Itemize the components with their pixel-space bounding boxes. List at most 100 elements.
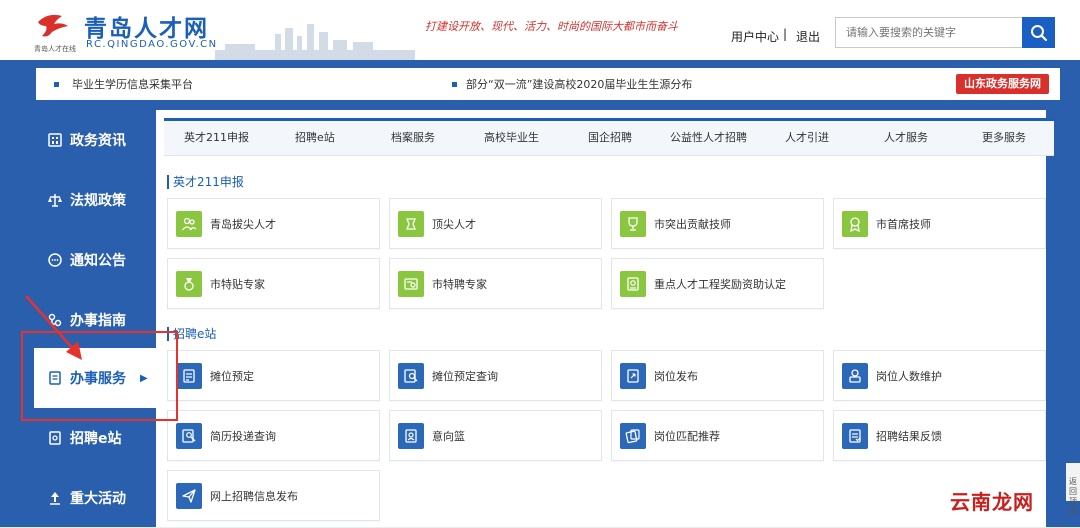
flag-icon — [46, 489, 64, 507]
card-intention-basket[interactable]: 意向篮 — [389, 410, 602, 461]
watermark-text: 云南龙网 — [950, 490, 1034, 514]
card-label: 招聘结果反馈 — [876, 429, 942, 443]
content-panel: 英才211申报 招聘e站 档案服务 高校毕业生 国企招聘 公益性人才招聘 人才引… — [156, 110, 1054, 527]
site-url: RC.QINGDAO.GOV.CN — [86, 39, 218, 50]
match-icon — [620, 422, 646, 449]
sidebar-item-label: 重大活动 — [70, 491, 126, 507]
logo-icon — [38, 14, 68, 37]
card-label: 重点人才工程奖励资助认定 — [654, 277, 786, 291]
card-label: 市特贴专家 — [210, 277, 265, 291]
card-label: 市首席技师 — [876, 217, 931, 231]
recruit-icon — [46, 429, 64, 447]
card-booth-booking[interactable]: 摊位预定 — [167, 350, 380, 401]
badge-icon — [620, 270, 646, 297]
skyline-graphic — [215, 24, 415, 60]
card-label: 网上招聘信息发布 — [210, 489, 298, 503]
tab-graduates[interactable]: 高校毕业生 — [484, 129, 539, 145]
sidebar-item-label: 政务资讯 — [70, 133, 126, 149]
card-online-recruit-publish[interactable]: 网上招聘信息发布 — [167, 470, 380, 521]
form-icon — [176, 362, 202, 389]
card-label: 青岛拔尖人才 — [210, 217, 276, 231]
scales-icon — [46, 191, 64, 209]
feedback-icon — [842, 422, 868, 449]
card-label: 岗位人数维护 — [876, 369, 942, 383]
header-separator: | — [783, 27, 788, 41]
section-title-talent-211: 英才211申报 — [167, 175, 244, 189]
card-label: 市突出贡献技师 — [654, 217, 731, 231]
card-label: 意向篮 — [432, 429, 465, 443]
tab-public-recruit[interactable]: 公益性人才招聘 — [670, 129, 747, 145]
card-special-allowance-expert[interactable]: 市特贴专家 — [167, 258, 380, 309]
card-outstanding-technician[interactable]: 市突出贡献技师 — [611, 198, 824, 249]
shandong-service-badge[interactable]: 山东政务服务网 — [956, 74, 1049, 94]
sidebar-item-label: 招聘e站 — [70, 431, 122, 447]
card-label: 市特聘专家 — [432, 277, 487, 291]
tab-talent-service[interactable]: 人才服务 — [884, 129, 928, 145]
award-icon — [176, 270, 202, 297]
sidebar: 政务资讯 法规政策 通知公告 办事指南 办事服务 ▶ 招聘e站 重大活动 — [34, 110, 156, 527]
card-job-publish[interactable]: 岗位发布 — [611, 350, 824, 401]
card-label: 摊位预定 — [210, 369, 254, 383]
notice-item-2[interactable]: 部分“双一流”建设高校2020届毕业生生源分布 — [466, 76, 692, 92]
site-header: 青岛人才在线 青岛人才网 RC.QINGDAO.GOV.CN 打建设开放、现代、… — [0, 0, 1080, 60]
card-booth-booking-query[interactable]: 摊位预定查询 — [389, 350, 602, 401]
tab-soe-recruit[interactable]: 国企招聘 — [588, 129, 632, 145]
guide-icon — [46, 311, 64, 329]
sidebar-item-label: 办事指南 — [70, 313, 126, 329]
logout-link[interactable]: 退出 — [796, 28, 820, 45]
sidebar-item-label: 法规政策 — [70, 193, 126, 209]
send-icon — [176, 482, 202, 509]
bullet-icon — [452, 82, 457, 87]
user-center-link[interactable]: 用户中心 — [731, 28, 779, 45]
card-top-talent[interactable]: 顶尖人才 — [389, 198, 602, 249]
tab-recruit-station[interactable]: 招聘e站 — [295, 129, 335, 145]
card-job-match[interactable]: 岗位匹配推荐 — [611, 410, 824, 461]
sidebar-item-policy[interactable]: 法规政策 — [34, 170, 156, 230]
sidebar-item-news[interactable]: 政务资讯 — [34, 110, 156, 170]
search-icon — [1030, 24, 1047, 41]
medal-icon — [842, 210, 868, 237]
logo-subtitle: 青岛人才在线 — [34, 45, 76, 53]
card-recruit-feedback[interactable]: 招聘结果反馈 — [833, 410, 1046, 461]
search-button[interactable] — [1022, 17, 1055, 48]
sidebar-item-events[interactable]: 重大活动 — [34, 468, 156, 528]
bullet-icon — [54, 82, 59, 87]
card-job-headcount[interactable]: 岗位人数维护 — [833, 350, 1046, 401]
building-icon — [46, 131, 64, 149]
card-label: 顶尖人才 — [432, 217, 476, 231]
notice-bar: 毕业生学历信息采集平台 部分“双一流”建设高校2020届毕业生生源分布 山东政务… — [36, 68, 1060, 100]
sidebar-item-label: 通知公告 — [70, 253, 126, 269]
people-icon — [176, 210, 202, 237]
card-label: 简历投递查询 — [210, 429, 276, 443]
main-area: 毕业生学历信息采集平台 部分“双一流”建设高校2020届毕业生生源分布 山东政务… — [0, 60, 1080, 527]
notice-item-1[interactable]: 毕业生学历信息采集平台 — [72, 76, 193, 92]
card-key-talent-reward[interactable]: 重点人才工程奖励资助认定 — [611, 258, 824, 309]
service-tabs: 英才211申报 招聘e站 档案服务 高校毕业生 国企招聘 公益性人才招聘 人才引… — [164, 118, 1054, 156]
tab-archives[interactable]: 档案服务 — [391, 129, 435, 145]
certificate-icon — [398, 270, 424, 297]
card-qingdao-top-talent[interactable]: 青岛拔尖人才 — [167, 198, 380, 249]
search-input[interactable] — [835, 17, 1023, 48]
tab-more-services[interactable]: 更多服务 — [982, 129, 1026, 145]
publish-icon — [620, 362, 646, 389]
search-doc-icon — [398, 362, 424, 389]
card-label: 岗位匹配推荐 — [654, 429, 720, 443]
resume-search-icon — [176, 422, 202, 449]
tab-talent-211[interactable]: 英才211申报 — [184, 129, 249, 145]
back-to-top-button[interactable]: 返回顶部 — [1066, 463, 1080, 516]
slogan-text: 打建设开放、现代、活力、时尚的国际大都市而奋斗 — [425, 20, 678, 33]
basket-icon — [398, 422, 424, 449]
sidebar-item-notice[interactable]: 通知公告 — [34, 230, 156, 290]
card-distinguished-expert[interactable]: 市特聘专家 — [389, 258, 602, 309]
site-title[interactable]: 青岛人才网 — [84, 9, 209, 43]
star-icon — [398, 210, 424, 237]
highlight-box — [21, 331, 178, 421]
people-maintain-icon — [842, 362, 868, 389]
chat-icon — [46, 251, 64, 269]
trophy-icon — [620, 210, 646, 237]
card-resume-query[interactable]: 简历投递查询 — [167, 410, 380, 461]
card-label: 岗位发布 — [654, 369, 698, 383]
card-label: 摊位预定查询 — [432, 369, 498, 383]
card-chief-technician[interactable]: 市首席技师 — [833, 198, 1046, 249]
tab-talent-import[interactable]: 人才引进 — [785, 129, 829, 145]
